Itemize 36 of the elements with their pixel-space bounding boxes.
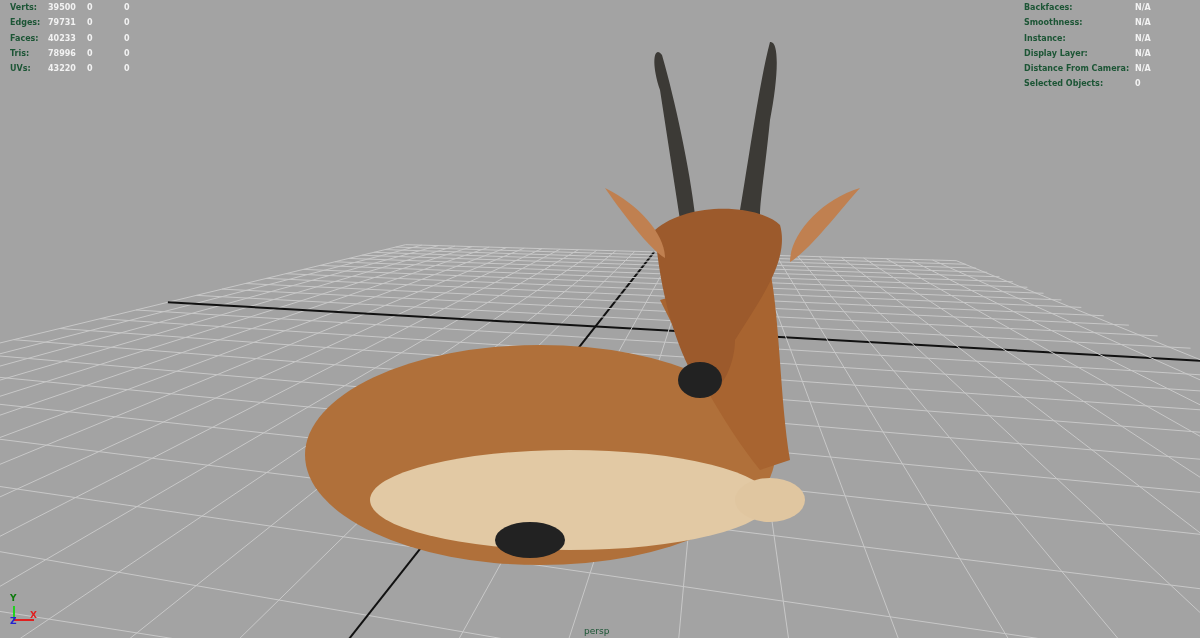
hud-value: 0 bbox=[87, 2, 94, 14]
hud-value: 0 bbox=[124, 63, 130, 76]
hud-value: N/A bbox=[1135, 63, 1151, 76]
hud-label: Display Layer: bbox=[1024, 47, 1089, 60]
hud-value: 0 bbox=[124, 2, 130, 14]
hud-label: Faces: bbox=[10, 32, 40, 45]
hud-value: N/A bbox=[1135, 17, 1151, 30]
hud-value: 78996 bbox=[48, 47, 77, 60]
hud-label: UVs: bbox=[10, 63, 32, 76]
hud-value: 0 bbox=[124, 32, 130, 45]
hud-value: 0 bbox=[87, 17, 94, 30]
hud-label: Verts: bbox=[10, 2, 38, 14]
hud-value: N/A bbox=[1135, 47, 1151, 60]
hud-value: 43220 bbox=[48, 63, 77, 76]
hud-label: Backfaces: bbox=[1024, 2, 1074, 14]
hud-value: 0 bbox=[87, 47, 94, 60]
hud-value: 40233 bbox=[48, 32, 77, 45]
axis-label: X bbox=[30, 611, 37, 620]
hud-label: Selected Objects: bbox=[1024, 78, 1105, 91]
hud-value: 0 bbox=[87, 63, 94, 76]
hud-label: Instance: bbox=[1024, 32, 1067, 45]
axis-label: Y bbox=[10, 594, 17, 603]
hud-value: 0 bbox=[124, 47, 130, 60]
hud-value: 0 bbox=[1135, 78, 1141, 91]
hud-value: 0 bbox=[124, 17, 130, 30]
camera-name: persp bbox=[584, 626, 610, 637]
hud-label: Tris: bbox=[10, 47, 31, 60]
hud-value: N/A bbox=[1135, 32, 1151, 45]
hud-label: Distance From Camera: bbox=[1024, 63, 1131, 76]
axis-label: Z bbox=[10, 617, 17, 626]
hud-value: 0 bbox=[87, 32, 94, 45]
hud-value: N/A bbox=[1135, 2, 1151, 14]
hud-label: Smoothness: bbox=[1024, 17, 1084, 30]
hud-value: 39500 bbox=[48, 2, 77, 14]
hud-label: Edges: bbox=[10, 17, 42, 30]
hud-value: 79731 bbox=[48, 17, 77, 30]
